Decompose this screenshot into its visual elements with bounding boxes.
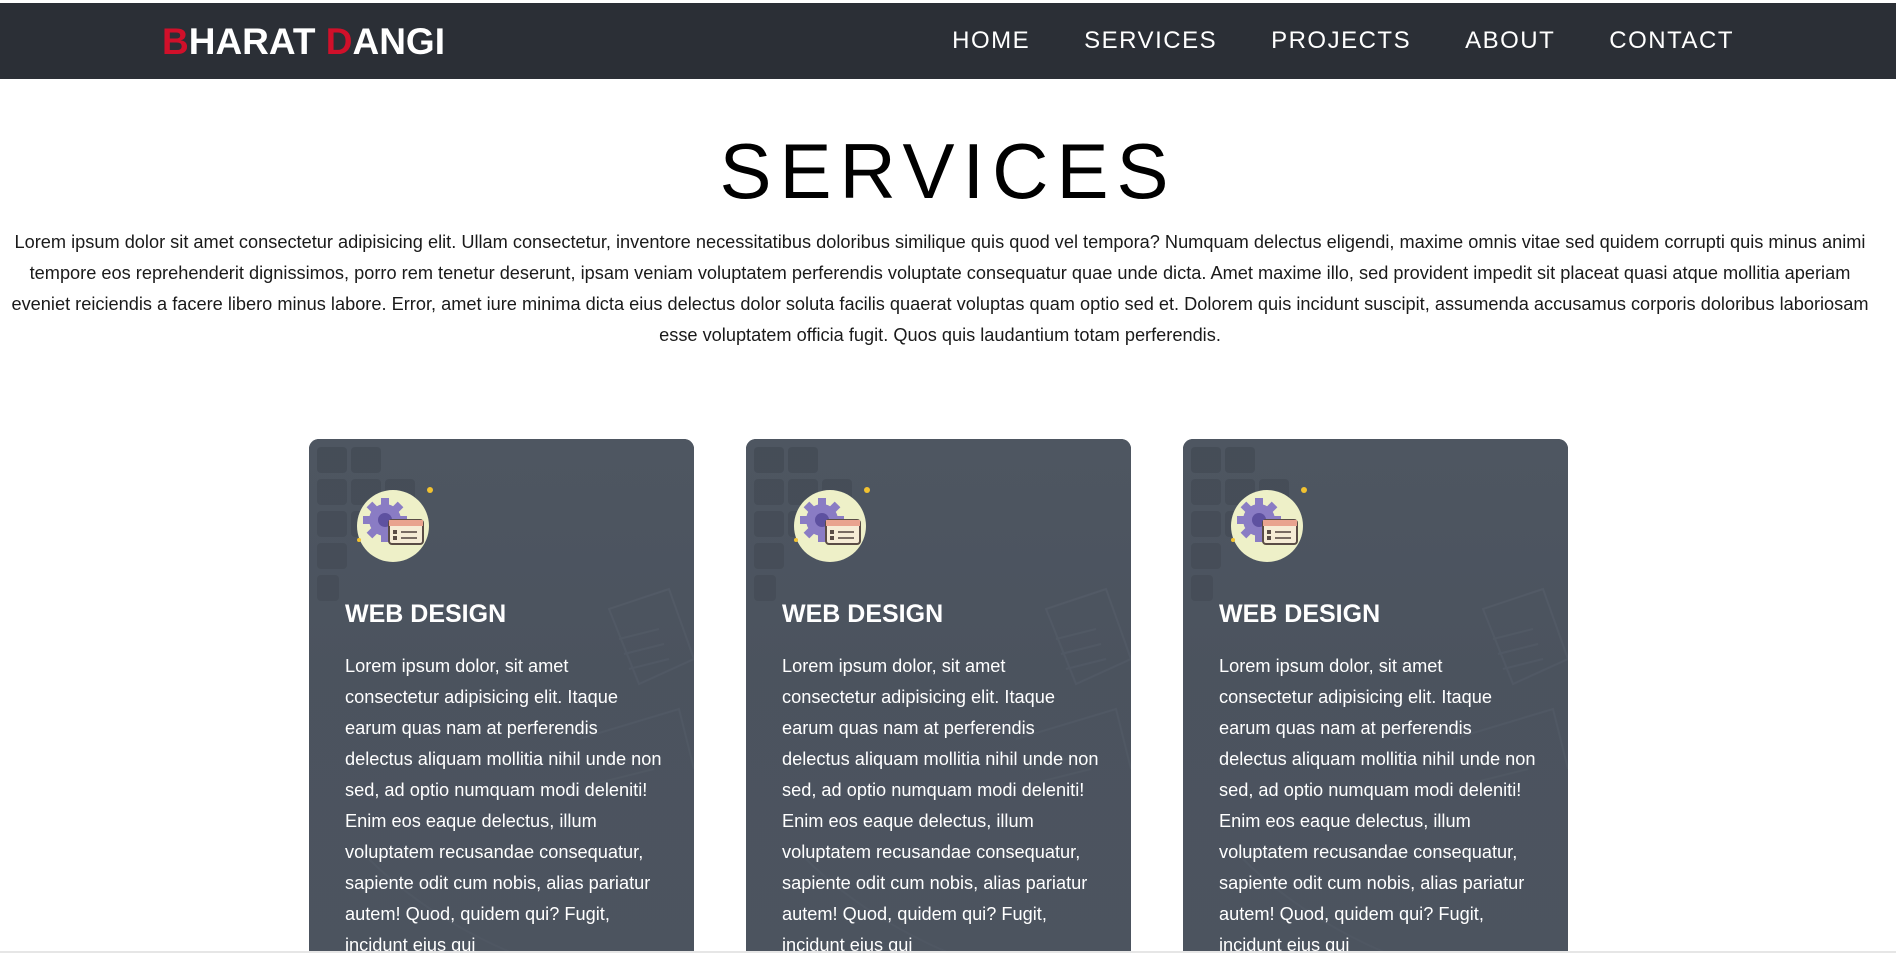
settings-gear-window-icon — [794, 487, 870, 562]
service-card: WEB DESIGN Lorem ipsum dolor, sit amet c… — [746, 439, 1131, 953]
brand-logo[interactable]: BHARAT DANGI — [162, 21, 445, 63]
nav-link-about[interactable]: ABOUT — [1465, 27, 1555, 55]
navbar: BHARAT DANGI HOME SERVICES PROJECTS ABOU… — [0, 3, 1896, 79]
services-intro: Lorem ipsum dolor sit amet consectetur a… — [11, 232, 1869, 345]
page: BHARAT DANGI HOME SERVICES PROJECTS ABOU… — [0, 0, 1896, 953]
card-title: WEB DESIGN — [1219, 600, 1381, 628]
services-title: SERVICES — [719, 127, 1177, 215]
service-card: WEB DESIGN Lorem ipsum dolor, sit amet c… — [309, 439, 694, 953]
card-text: Lorem ipsum dolor, sit amet consectetur … — [1219, 656, 1536, 953]
settings-gear-window-icon — [357, 487, 433, 562]
brand-first-initial: B — [162, 21, 189, 62]
service-card: WEB DESIGN Lorem ipsum dolor, sit amet c… — [1183, 439, 1568, 953]
brand-first-rest: HARAT — [188, 21, 326, 62]
nav-link-projects[interactable]: PROJECTS — [1271, 27, 1411, 55]
brand-last-rest: ANGI — [352, 21, 445, 62]
nav-link-home[interactable]: HOME — [952, 27, 1030, 55]
card-title: WEB DESIGN — [782, 600, 944, 628]
card-text: Lorem ipsum dolor, sit amet consectetur … — [782, 656, 1099, 953]
main-nav: HOME SERVICES PROJECTS ABOUT CONTACT — [898, 27, 1734, 55]
card-title: WEB DESIGN — [345, 600, 507, 628]
brand-last-initial: D — [325, 21, 353, 62]
service-cards: WEB DESIGN Lorem ipsum dolor, sit amet c… — [309, 439, 1568, 953]
card-text: Lorem ipsum dolor, sit amet consectetur … — [345, 656, 662, 953]
nav-link-services[interactable]: SERVICES — [1084, 27, 1217, 55]
settings-gear-window-icon — [1231, 487, 1307, 562]
nav-link-contact[interactable]: CONTACT — [1609, 27, 1734, 55]
